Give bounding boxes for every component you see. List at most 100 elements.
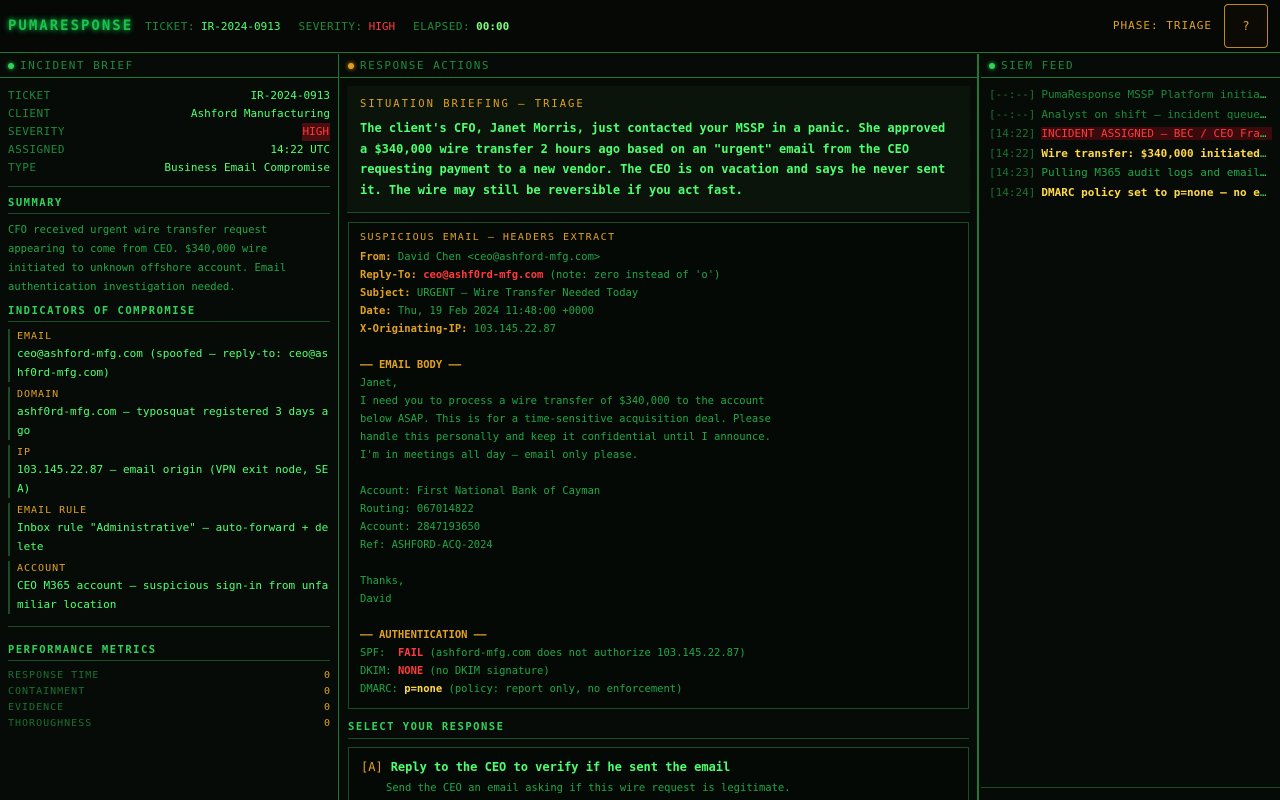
ioc-type: ACCOUNT	[17, 563, 67, 574]
feed-text: Analyst on shift — incident queue: 1 ope…	[1041, 107, 1272, 121]
ioc-type: EMAIL	[17, 331, 53, 342]
email-box-title: SUSPICIOUS EMAIL — HEADERS EXTRACT	[360, 232, 616, 243]
header-value: 103.145.22.87	[467, 323, 556, 335]
auth-result: FAIL	[397, 647, 424, 659]
auth-header: —— AUTHENTICATION ——	[360, 626, 957, 644]
email-body-line	[360, 464, 957, 482]
app-logo: PUMARESPONSE	[8, 18, 134, 34]
ioc-type: DOMAIN	[17, 389, 60, 400]
feed-entry: [14:23] Pulling M365 audit logs and email…	[989, 163, 1272, 183]
elapsed-timer: 00:00	[476, 19, 510, 33]
email-body-line: Thanks,	[360, 575, 405, 587]
field-value: Business Email Compromise	[164, 161, 330, 174]
summary-title: SUMMARY	[8, 197, 330, 214]
email-body-line: below ASAP. This is for a time-sensitive…	[360, 413, 771, 425]
section-label: —— EMAIL BODY ——	[360, 359, 462, 371]
email-body-line: Janet,	[360, 377, 398, 389]
top-bar: PUMARESPONSE TICKET: IR-2024-0913 SEVERI…	[0, 0, 1280, 53]
email-body-line: Account: 2847193650	[360, 521, 481, 533]
header-value: ceo@ashf0rd-mfg.com	[416, 269, 544, 281]
field-row: ASSIGNED 14:22 UTC	[8, 141, 330, 159]
feed-text: DMARC policy set to p=none — no enforcem…	[1041, 185, 1272, 199]
phase-indicator: PHASE: TRIAGE	[1112, 19, 1212, 32]
ioc-item: EMAIL ceo@ashford-mfg.com (spoofed — repl…	[8, 329, 330, 382]
metric-value: 0	[323, 718, 330, 729]
ioc-item: IP 103.145.22.87 — email origin (VPN exit…	[8, 445, 330, 498]
severity-value: HIGH	[368, 19, 396, 33]
email-body-line: Ref: ASHFORD-ACQ-2024	[360, 539, 493, 551]
email-body-line: I need you to process a wire transfer of…	[360, 395, 765, 407]
auth-note: (policy: report only, no enforcement)	[442, 683, 683, 695]
suspicious-email-box: SUSPICIOUS EMAIL — HEADERS EXTRACT From:…	[348, 222, 969, 709]
field-row: TICKET IR-2024-0913	[8, 87, 330, 105]
field-key: CLIENT	[8, 107, 51, 120]
email-body-line: David	[360, 593, 392, 605]
response-option-a[interactable]: [A] Reply to the CEO to verify if he sent…	[348, 747, 969, 800]
header-label: Reply-To:	[360, 269, 417, 281]
metric-label: CONTAINMENT	[8, 686, 86, 697]
field-row: CLIENT Ashford Manufacturing	[8, 105, 330, 123]
ioc-value: ceo@ashford-mfg.com (spoofed — reply-to:…	[17, 347, 329, 379]
panel-title: RESPONSE ACTIONS	[360, 59, 490, 72]
ioc-value: Inbox rule "Administrative" — auto-forwa…	[17, 521, 329, 553]
metric-value: 0	[323, 670, 330, 681]
panel-title: SIEM FEED	[1001, 59, 1075, 72]
field-row: SEVERITY HIGH	[8, 123, 330, 141]
header-value: David Chen <ceo@ashford-mfg.com>	[391, 251, 601, 263]
option-key: [A]	[361, 760, 383, 774]
header-value: Thu, 19 Feb 2024 11:48:00 +0000	[391, 305, 594, 317]
status-dot-icon	[348, 62, 354, 69]
ticket-label: TICKET:	[145, 19, 196, 33]
auth-note: (ashford-mfg.com does not authorize 103.…	[423, 647, 746, 659]
panel-title: INCIDENT BRIEF	[20, 59, 134, 72]
feed-text: Pulling M365 audit logs and email trace	[1041, 166, 1272, 179]
response-actions-header: RESPONSE ACTIONS	[340, 54, 977, 78]
feed-entry: [--:--] Analyst on shift — incident queue…	[989, 105, 1272, 125]
header-label: X-Originating-IP:	[360, 323, 468, 335]
incident-brief-panel: INCIDENT BRIEF TICKET IR-2024-0913 CLIENT…	[0, 54, 339, 800]
divider	[8, 626, 330, 627]
header-reply-to: Reply-To: ceo@ashf0rd-mfg.com (note: zer…	[360, 266, 957, 284]
status-dot-icon	[989, 62, 995, 69]
auth-label: DMARC:	[360, 683, 398, 695]
option-label: Reply to the CEO to verify if he sent th…	[390, 760, 731, 774]
siem-feed-header: SIEM FEED	[981, 54, 1280, 78]
ioc-item: EMAIL RULE Inbox rule "Administrative" — …	[8, 503, 330, 556]
feed-text: INCIDENT ASSIGNED — BEC / CEO Fraud — As…	[1041, 127, 1272, 140]
email-body-line	[360, 554, 957, 572]
divider	[8, 186, 330, 187]
help-button[interactable]: ?	[1224, 4, 1268, 48]
ioc-value: 103.145.22.87 — email origin (VPN exit n…	[17, 463, 329, 495]
siem-feed-panel: SIEM FEED [--:--] PumaResponse MSSP Platf…	[981, 54, 1280, 800]
siem-feed-list[interactable]: [--:--] PumaResponse MSSP Platform initia…	[981, 78, 1280, 209]
auth-note: (no DKIM signature)	[423, 665, 550, 677]
briefing-text: The client's CFO, Janet Morris, just con…	[360, 121, 946, 197]
metric-value: 0	[323, 702, 330, 713]
metric-row: EVIDENCE 0	[8, 700, 330, 716]
severity-badge: HIGH	[301, 123, 330, 141]
email-body-line: handle this personally and keep it confi…	[360, 431, 771, 443]
feed-timestamp: [14:22]	[989, 127, 1036, 140]
metric-row: RESPONSE TIME 0	[8, 668, 330, 684]
feed-timestamp: [14:23]	[989, 166, 1036, 179]
metric-label: EVIDENCE	[8, 702, 65, 713]
response-actions-panel: RESPONSE ACTIONS SITUATION BRIEFING — TR…	[340, 54, 979, 800]
header-from: From: David Chen <ceo@ashford-mfg.com>	[360, 248, 957, 266]
ioc-type: IP	[17, 447, 32, 458]
metric-row: CONTAINMENT 0	[8, 684, 330, 700]
section-label: —— AUTHENTICATION ——	[360, 629, 487, 641]
severity-label: SEVERITY:	[298, 19, 363, 33]
metric-value: 0	[323, 686, 330, 697]
header-note: (note: zero instead of 'o')	[543, 269, 721, 281]
header-subject: Subject: URGENT — Wire Transfer Needed T…	[360, 284, 957, 302]
field-key: SEVERITY	[8, 125, 65, 138]
auth-result: p=none	[404, 683, 443, 695]
feed-timestamp: [--:--]	[989, 107, 1036, 121]
ioc-title: INDICATORS OF COMPROMISE	[8, 305, 330, 322]
metric-row: THOROUGHNESS 0	[8, 716, 330, 732]
metric-label: RESPONSE TIME	[8, 670, 100, 681]
feed-entry: [14:24] DMARC policy set to p=none — no e…	[989, 183, 1272, 203]
field-row: TYPE Business Email Compromise	[8, 159, 330, 177]
ioc-type: EMAIL RULE	[17, 505, 88, 516]
